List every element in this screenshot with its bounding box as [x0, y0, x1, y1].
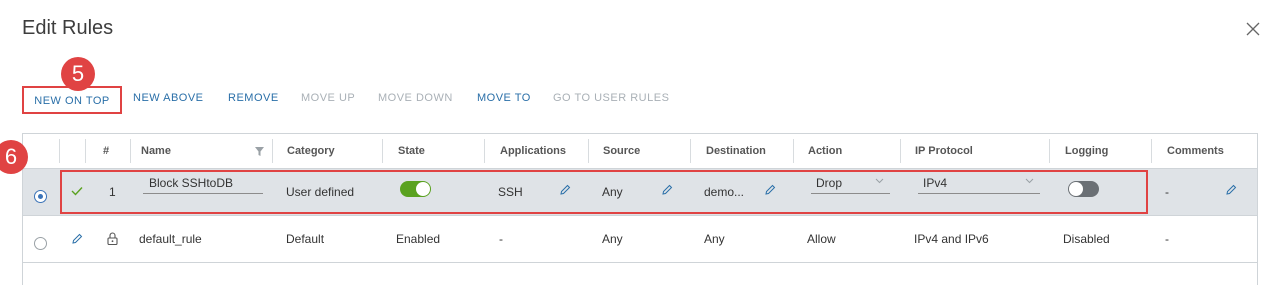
new-above-button[interactable]: NEW ABOVE [133, 86, 204, 114]
col-header-state[interactable]: State [388, 134, 425, 168]
edit-comments-pencil-icon[interactable] [1225, 184, 1237, 196]
rule-ip-protocol: IPv4 and IPv6 [914, 232, 989, 246]
edit-row-pencil-icon[interactable] [71, 233, 83, 245]
col-header-destination[interactable]: Destination [696, 134, 766, 168]
col-header-source[interactable]: Source [593, 134, 640, 168]
filter-icon[interactable] [255, 147, 264, 156]
move-down-button[interactable]: MOVE DOWN [378, 86, 453, 114]
move-to-button[interactable]: MOVE TO [477, 86, 531, 114]
rule-state: Enabled [396, 232, 441, 246]
rule-action: Allow [807, 232, 836, 246]
close-icon[interactable] [1246, 22, 1262, 38]
step-5-badge: 5 [61, 57, 95, 91]
grid-header: # Name Category State Applications Sourc… [23, 134, 1257, 169]
lock-icon [107, 232, 118, 245]
rule-category: Default [286, 232, 325, 246]
rule-destination: Any [704, 232, 725, 246]
rule-comments: - [1165, 232, 1169, 246]
rule-comments: - [1165, 185, 1169, 199]
table-row[interactable]: default_rule Default Enabled - Any Any A… [23, 216, 1257, 263]
rule-source: Any [602, 232, 623, 246]
col-header-category[interactable]: Category [277, 134, 335, 168]
go-to-user-rules-button[interactable]: GO TO USER RULES [553, 86, 669, 114]
col-header-applications[interactable]: Applications [490, 134, 566, 168]
dialog-title: Edit Rules [22, 17, 114, 39]
col-header-logging[interactable]: Logging [1055, 134, 1108, 168]
col-header-num: # [103, 145, 110, 157]
editing-row-highlight [60, 170, 1148, 214]
col-header-action[interactable]: Action [798, 134, 842, 168]
remove-button[interactable]: REMOVE [228, 86, 279, 114]
rules-grid: # Name Category State Applications Sourc… [22, 133, 1258, 285]
col-header-ip-protocol[interactable]: IP Protocol [905, 134, 973, 168]
col-header-comments[interactable]: Comments [1157, 134, 1224, 168]
rule-name: default_rule [139, 232, 202, 246]
rule-applications: - [499, 232, 503, 246]
rule-logging: Disabled [1063, 232, 1110, 246]
row-select-radio[interactable] [34, 237, 47, 250]
move-up-button[interactable]: MOVE UP [301, 86, 355, 114]
row-select-radio[interactable] [34, 190, 47, 203]
col-header-name[interactable]: Name [131, 134, 171, 168]
